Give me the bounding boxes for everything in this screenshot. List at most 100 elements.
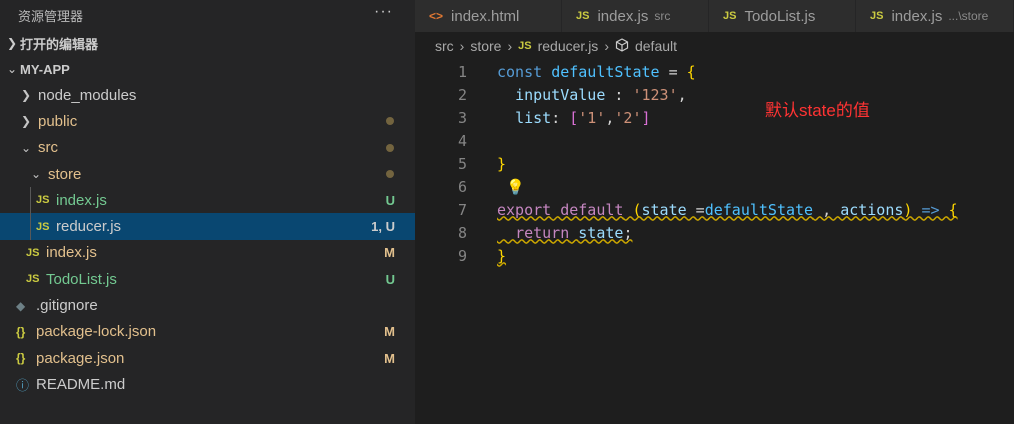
chevron-right-icon: ›	[604, 38, 609, 54]
symbol-cube-icon	[615, 37, 629, 55]
tree-item-label: index.js	[56, 191, 107, 209]
line-number: 7	[457, 200, 467, 219]
code-text: export default (state =defaultState , ac…	[497, 200, 958, 219]
tree-item-node-modules[interactable]: ❯ node_modules	[0, 82, 415, 108]
tree-item-readme-md[interactable]: ⓘ README.md	[0, 371, 415, 397]
line-number: 4	[457, 131, 467, 150]
code-text: const defaultState = {	[497, 62, 696, 81]
code-line: 1 const defaultState = {	[415, 60, 1014, 83]
modified-dot-icon	[386, 170, 394, 179]
chevron-down-icon: ⌄	[20, 140, 32, 155]
line-number: 1	[457, 62, 467, 81]
tree-item-label: store	[48, 165, 82, 183]
line-number: 2	[457, 85, 467, 104]
code-text: inputValue : '123',	[515, 85, 687, 104]
code-text: }	[497, 154, 507, 173]
chevron-right-icon: ›	[507, 38, 513, 54]
code-line: 6 💡	[415, 175, 1014, 198]
tab-label: index.html	[451, 7, 520, 25]
editor-area: <> index.html JS index.js src JS TodoLis…	[415, 0, 1014, 424]
tree-item-gitignore[interactable]: ◆ .gitignore	[0, 292, 415, 318]
tree-item-store-index-js[interactable]: JS index.js U	[0, 187, 415, 214]
tree-item-label: index.js	[46, 244, 97, 262]
js-file-icon: JS	[36, 220, 50, 233]
tab-label: TodoList.js	[744, 7, 816, 25]
tree-item-todolist-js[interactable]: JS TodoList.js U	[0, 266, 415, 292]
breadcrumb-file[interactable]: reducer.js	[538, 38, 599, 54]
tab-index-html[interactable]: <> index.html	[415, 0, 562, 32]
json-file-icon: {}	[16, 324, 26, 339]
chevron-right-icon: ❯	[20, 114, 32, 129]
tree-item-package-json[interactable]: {} package.json M	[0, 345, 415, 371]
status-badge: M	[384, 324, 395, 340]
tree-item-label: package-lock.json	[36, 323, 157, 341]
code-line: 9 }	[415, 244, 1014, 267]
modified-dot-icon	[386, 117, 394, 126]
tree-item-label: public	[38, 112, 78, 130]
tree-item-store[interactable]: ⌄ store	[0, 161, 415, 187]
status-badge: 1, U	[371, 219, 395, 235]
tree-item-src-index-js[interactable]: JS index.js M	[0, 240, 415, 266]
explorer-sidebar: 资源管理器 ··· ❯ 打开的编辑器 ⌄ MY-APP ❯ node_modul…	[0, 0, 415, 424]
status-badge: M	[384, 350, 395, 366]
tab-index-js-store[interactable]: JS index.js ...\store	[856, 0, 1014, 32]
more-actions-icon[interactable]: ···	[374, 3, 393, 21]
tree-item-label: .gitignore	[36, 297, 98, 315]
js-file-icon: JS	[723, 10, 737, 22]
breadcrumb-symbol[interactable]: default	[635, 38, 677, 54]
tree-item-label: node_modules	[38, 86, 137, 104]
line-number: 9	[457, 246, 467, 265]
tab-label: index.js	[597, 7, 649, 25]
tree-item-label: TodoList.js	[46, 270, 117, 288]
chevron-down-icon: ⌄	[6, 62, 18, 76]
js-file-icon: JS	[576, 10, 590, 22]
breadcrumb-src[interactable]: src	[435, 38, 454, 54]
js-file-icon: JS	[26, 273, 40, 286]
html-file-icon: <>	[429, 9, 444, 23]
code-line: 5 }	[415, 152, 1014, 175]
tree-item-reducer-js[interactable]: JS reducer.js 1, U	[0, 213, 415, 240]
tab-description: src	[654, 9, 671, 23]
chevron-down-icon: ⌄	[30, 167, 42, 182]
explorer-header: 资源管理器 ···	[0, 0, 415, 30]
indent-guide	[30, 213, 31, 240]
tree-item-label: package.json	[36, 349, 125, 367]
line-number: 5	[457, 154, 467, 173]
tree-item-public[interactable]: ❯ public	[0, 108, 415, 134]
code-line: 4	[415, 129, 1014, 152]
breadcrumb-store[interactable]: store	[470, 38, 501, 54]
tab-todolist-js[interactable]: JS TodoList.js	[709, 0, 856, 32]
lightbulb-icon[interactable]: 💡	[506, 178, 525, 196]
tree-item-src[interactable]: ⌄ src	[0, 135, 415, 161]
js-file-icon: JS	[518, 40, 532, 52]
code-editor[interactable]: 1 const defaultState = { 2 inputValue : …	[415, 60, 1014, 267]
code-text: list: ['1','2']	[515, 108, 651, 127]
js-file-icon: JS	[36, 194, 50, 207]
explorer-title: 资源管理器	[18, 8, 84, 24]
tree-item-package-lock-json[interactable]: {} package-lock.json M	[0, 319, 415, 345]
code-line: 7 export default (state =defaultState , …	[415, 198, 1014, 221]
code-line: 3 list: ['1','2']	[415, 106, 1014, 129]
tab-index-js-src[interactable]: JS index.js src	[562, 0, 709, 32]
code-line: 2 inputValue : '123',	[415, 83, 1014, 106]
tree-item-label: reducer.js	[56, 218, 122, 236]
indent-guide	[30, 187, 31, 214]
info-icon: ⓘ	[16, 377, 30, 393]
line-number: 6	[457, 177, 467, 196]
git-file-icon: ◆	[16, 298, 26, 313]
tab-bar: <> index.html JS index.js src JS TodoLis…	[415, 0, 1014, 32]
json-file-icon: {}	[16, 351, 26, 366]
breadcrumb: src › store › JS reducer.js › default	[415, 32, 1014, 60]
chevron-right-icon: ›	[459, 38, 465, 54]
tree-item-label: README.md	[36, 375, 126, 393]
open-editors-label: 打开的编辑器	[20, 36, 99, 52]
line-number: 3	[457, 108, 467, 127]
status-badge: U	[385, 271, 395, 287]
code-text: 💡	[497, 178, 525, 196]
project-section[interactable]: ⌄ MY-APP	[0, 56, 415, 82]
tree-item-label: src	[38, 139, 58, 157]
status-badge: U	[385, 192, 395, 208]
code-text: }	[497, 246, 507, 265]
line-number: 8	[457, 223, 467, 242]
open-editors-section[interactable]: ❯ 打开的编辑器	[0, 30, 415, 56]
